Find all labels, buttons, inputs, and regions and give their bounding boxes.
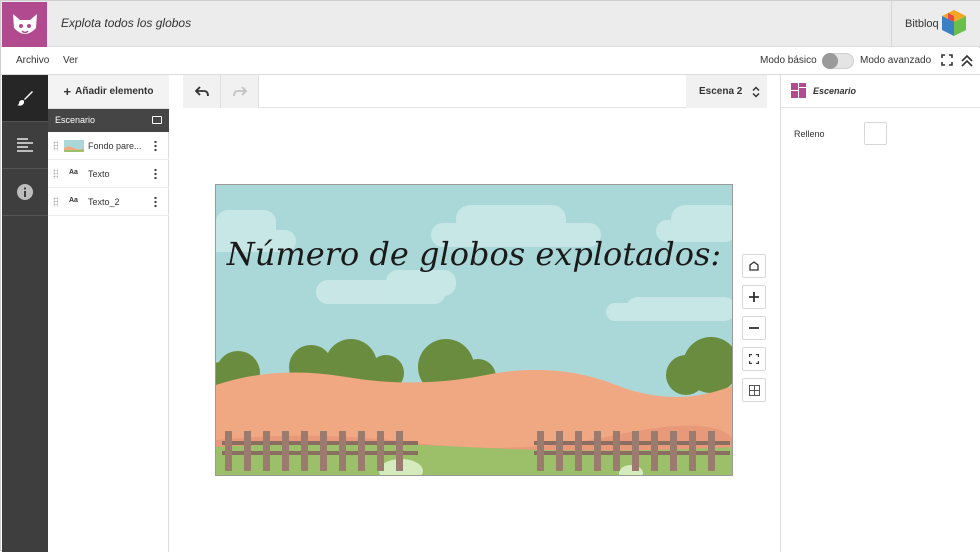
grid-icon	[748, 384, 760, 396]
text-aa-icon: Aa	[69, 169, 78, 176]
minus-icon	[749, 327, 759, 329]
app-logo[interactable]	[2, 2, 47, 47]
menu-file[interactable]: Archivo	[16, 55, 49, 66]
element-row-text[interactable]: Aa Texto	[48, 160, 169, 188]
collapse-up-icon[interactable]	[960, 54, 974, 68]
drag-handle-icon[interactable]	[53, 197, 58, 207]
basic-mode-label: Modo básico	[760, 55, 817, 66]
screen-icon	[152, 116, 162, 124]
stage-canvas[interactable]: Número de globos explotados:	[215, 184, 733, 476]
brand-name: Bitbloq	[905, 18, 939, 30]
fill-label: Relleno	[794, 129, 825, 139]
zoom-in-button[interactable]	[742, 285, 766, 309]
unfold-icon	[752, 86, 760, 98]
toggle-knob	[822, 53, 838, 69]
dashboard-icon	[791, 83, 806, 98]
rail-design-button[interactable]	[2, 75, 48, 122]
element-label: Fondo pare...	[88, 141, 142, 151]
undo-icon	[194, 85, 209, 96]
undo-button[interactable]	[183, 75, 221, 108]
fullscreen-icon[interactable]	[941, 54, 953, 66]
drag-handle-icon[interactable]	[53, 169, 58, 179]
stage-background: Número de globos explotados:	[216, 185, 732, 475]
fox-logo-icon	[12, 13, 37, 34]
element-label: Texto_2	[88, 197, 120, 207]
scene-header-label: Escenario	[55, 115, 96, 125]
stage-text[interactable]: Número de globos explotados:	[226, 235, 721, 273]
canvas-toolbar: Escena 2	[183, 75, 767, 108]
fill-color-swatch[interactable]	[864, 122, 887, 145]
divider	[891, 1, 892, 47]
element-label: Texto	[88, 169, 110, 179]
plus-icon	[749, 292, 759, 302]
menu-bar: Archivo Ver Modo básico Modo avanzado	[1, 48, 980, 75]
fit-screen-button[interactable]	[742, 347, 766, 371]
document-title[interactable]: Explota todos los globos	[61, 16, 191, 30]
text-aa-icon: Aa	[69, 197, 78, 204]
drag-handle-icon[interactable]	[53, 141, 58, 151]
plus-icon: +	[63, 83, 72, 99]
zoom-out-button[interactable]	[742, 316, 766, 340]
add-element-button[interactable]: + Añadir elemento	[48, 75, 169, 109]
background-thumbnail	[64, 140, 84, 152]
canvas-area: Escena 2 Número de globos explotados:	[169, 75, 780, 552]
paint-brush-icon	[17, 91, 33, 106]
grid-button[interactable]	[742, 378, 766, 402]
elements-panel: + Añadir elemento Escenario Fondo pare..…	[48, 75, 169, 552]
menu-view[interactable]: Ver	[63, 55, 78, 66]
redo-icon	[232, 85, 247, 96]
scene-selector[interactable]: Escena 2	[686, 75, 767, 108]
home-button[interactable]	[742, 254, 766, 278]
align-left-icon	[17, 138, 33, 152]
app-window: Explota todos los globos Bitbloq Archivo…	[0, 0, 980, 552]
scene-selector-label: Escena 2	[699, 86, 743, 97]
properties-header: Escenario	[781, 75, 980, 108]
element-row-background[interactable]: Fondo pare...	[48, 132, 169, 160]
more-vert-icon[interactable]	[154, 168, 157, 180]
info-icon	[17, 184, 33, 200]
rail-info-button[interactable]	[2, 169, 48, 216]
element-row-text-2[interactable]: Aa Texto_2	[48, 188, 169, 216]
fit-screen-icon	[749, 354, 759, 364]
top-bar: Explota todos los globos Bitbloq	[1, 1, 980, 47]
mode-toggle[interactable]	[822, 53, 854, 69]
home-icon	[749, 261, 759, 271]
properties-title: Escenario	[813, 86, 857, 96]
add-element-label: Añadir elemento	[75, 86, 154, 97]
advanced-mode-label: Modo avanzado	[860, 55, 932, 66]
properties-panel: Escenario Relleno	[780, 75, 980, 552]
bitbloq-cube-icon	[942, 10, 966, 36]
left-rail	[2, 75, 48, 552]
more-vert-icon[interactable]	[154, 196, 157, 208]
redo-button[interactable]	[221, 75, 259, 108]
rail-behaviour-button[interactable]	[2, 122, 48, 169]
scene-header[interactable]: Escenario	[48, 109, 169, 132]
more-vert-icon[interactable]	[154, 140, 157, 152]
